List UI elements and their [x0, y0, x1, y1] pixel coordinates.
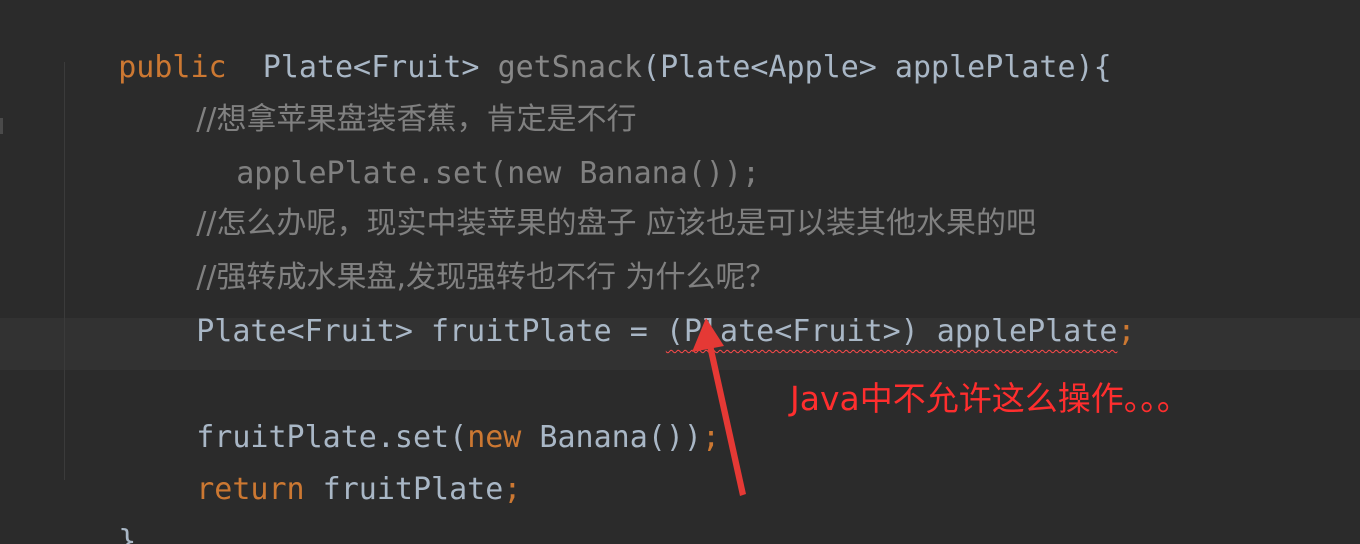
code-line-10[interactable]: } [46, 482, 136, 544]
closing-brace-token: } [118, 524, 137, 544]
semicolon-token: ; [503, 472, 522, 507]
code-line-3[interactable]: applePlate.set(new Banana()); [164, 114, 760, 191]
text-token: Plate<Fruit> fruitPlate = [196, 314, 666, 349]
gutter-change-marker [0, 118, 3, 134]
code-line-8[interactable]: fruitPlate.set(new Banana()); [124, 378, 720, 455]
code-line-4[interactable]: //怎么办呢，现实中装苹果的盘子 应该也是可以装其他水果的吧 [124, 164, 1036, 241]
code-editor[interactable]: public Plate<Fruit> getSnack(Plate<Apple… [0, 0, 1360, 544]
error-cast-expression[interactable]: (Plate<Fruit>) applePlate [666, 314, 1118, 349]
code-line-1[interactable]: public Plate<Fruit> getSnack(Plate<Apple… [46, 8, 1111, 85]
annotation-text: Java中不允许这么操作。。。 [790, 379, 1190, 418]
code-line-2[interactable]: //想拿苹果盘装香蕉，肯定是不行 [124, 60, 636, 137]
code-line-5[interactable]: //强转成水果盘,发现强转也不行 为什么呢？ [124, 218, 775, 295]
semicolon-token: ; [702, 420, 721, 455]
text-token: Banana()) [521, 420, 702, 455]
semicolon-token: ; [1117, 314, 1136, 349]
keyword-token: return [196, 472, 305, 507]
code-line-9[interactable]: return fruitPlate; [124, 430, 521, 507]
text-token: (Plate<Apple> applePlate){ [642, 50, 1112, 85]
text-token: fruitPlate [304, 472, 504, 507]
code-line-6[interactable]: Plate<Fruit> fruitPlate = (Plate<Fruit>)… [124, 272, 1135, 349]
